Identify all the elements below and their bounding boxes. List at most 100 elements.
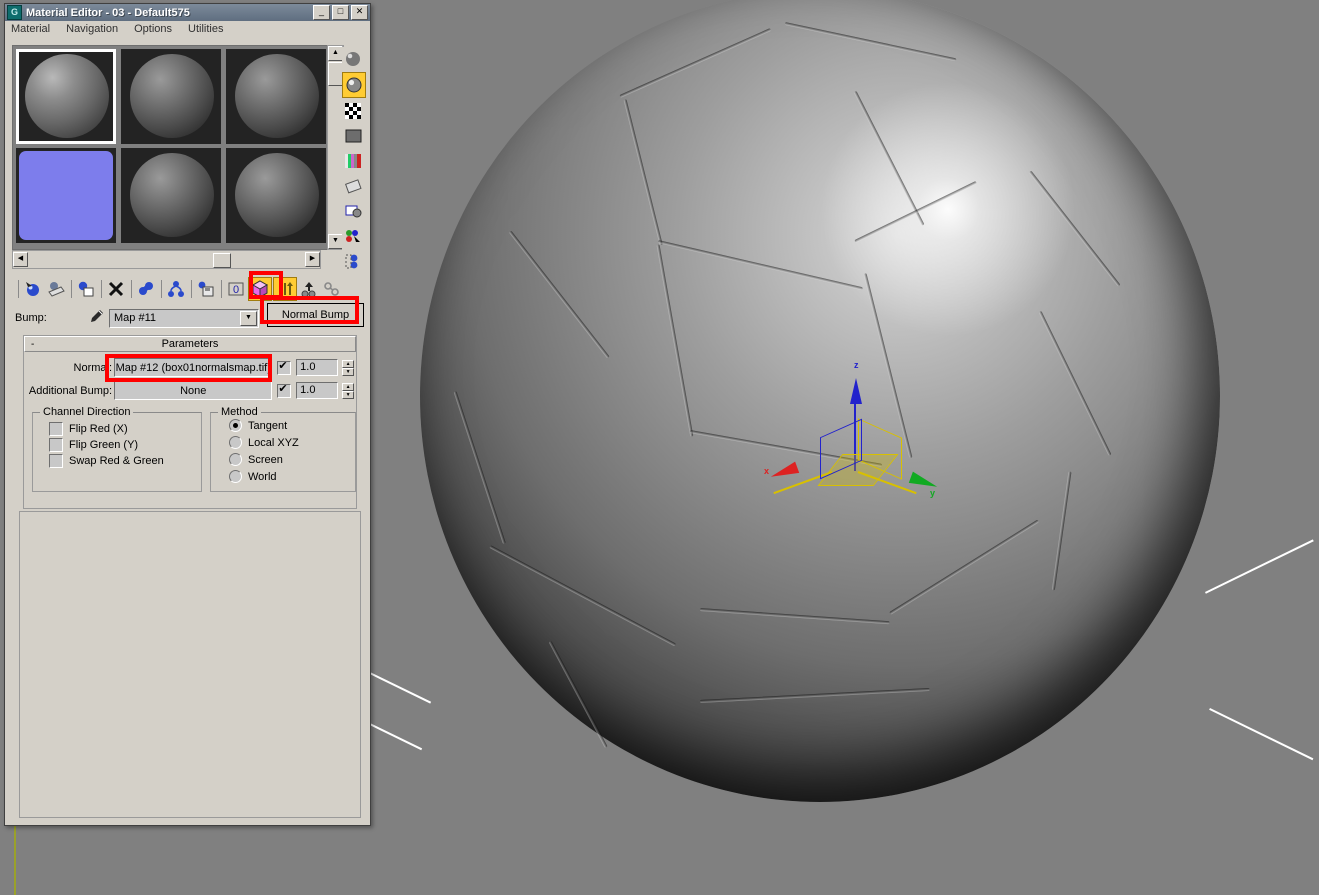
- slots-horizontal-scrollbar[interactable]: ◀ ▶: [12, 250, 321, 269]
- method-world-label: World: [248, 470, 277, 483]
- select-by-material-icon[interactable]: [342, 224, 364, 248]
- eyedropper-icon[interactable]: [87, 308, 109, 329]
- swap-red-green-checkbox[interactable]: [49, 454, 63, 468]
- method-tangent-row[interactable]: Tangent: [229, 417, 355, 434]
- z-axis-label: z: [854, 360, 859, 370]
- menu-item-material[interactable]: Material: [11, 23, 50, 35]
- scroll-down-arrow[interactable]: ▼: [328, 234, 343, 249]
- slot-preview-faceted-ball: [25, 54, 109, 138]
- method-world-row[interactable]: World: [229, 468, 355, 485]
- sample-slot-4[interactable]: [16, 148, 116, 243]
- put-to-library-icon[interactable]: [195, 278, 217, 300]
- flip-green-label: Flip Green (Y): [69, 439, 139, 451]
- sample-slot-5[interactable]: [121, 148, 221, 243]
- background-checker-icon[interactable]: [342, 99, 364, 123]
- sample-uv-tiling-icon[interactable]: [342, 124, 364, 148]
- video-color-check-icon[interactable]: [342, 149, 364, 173]
- chevron-down-icon[interactable]: ▼: [240, 310, 257, 326]
- z-axis-arrow: [850, 378, 862, 404]
- menu-bar[interactable]: Material Navigation Options Utilities: [5, 21, 370, 37]
- sample-slot-2[interactable]: [121, 49, 221, 144]
- additional-bump-map-button[interactable]: None: [114, 381, 273, 400]
- menu-item-navigation[interactable]: Navigation: [66, 23, 118, 35]
- additional-bump-amount-spinner[interactable]: ▲ ▼: [342, 382, 355, 399]
- window-title: Material Editor - 03 - Default575: [26, 6, 190, 19]
- additional-bump-amount-field[interactable]: 1.0: [296, 382, 339, 399]
- rollout-collapse-icon[interactable]: -: [31, 339, 34, 350]
- options-icon[interactable]: [342, 199, 364, 223]
- material-map-navigator-icon[interactable]: [342, 249, 364, 273]
- toolbar-separator: [161, 280, 162, 298]
- flip-green-row[interactable]: Flip Green (Y): [49, 437, 201, 453]
- assign-material-to-selection-icon[interactable]: [75, 278, 97, 300]
- toolbar-separator: [191, 280, 192, 298]
- minimize-button[interactable]: _: [313, 5, 330, 20]
- slot-preview-ball: [235, 54, 319, 138]
- menu-item-utilities[interactable]: Utilities: [188, 23, 223, 35]
- spinner-up[interactable]: ▲: [342, 382, 355, 391]
- x-axis-arrow: [768, 461, 800, 483]
- toolbar-separator: [131, 280, 132, 298]
- scroll-up-arrow[interactable]: ▲: [328, 46, 343, 61]
- slot-preview-ball: [130, 54, 214, 138]
- normal-amount-spinner[interactable]: ▲ ▼: [342, 359, 355, 376]
- method-local-xyz-row[interactable]: Local XYZ: [229, 434, 355, 451]
- transform-gizmo[interactable]: z x y: [762, 350, 942, 510]
- get-material-icon[interactable]: [22, 278, 44, 300]
- normal-enable-checkbox[interactable]: [277, 359, 292, 375]
- map-name-combobox[interactable]: Map #11 ▼: [109, 308, 259, 328]
- slot-preview-normal-map: [19, 151, 113, 240]
- flip-red-checkbox[interactable]: [49, 422, 63, 436]
- flip-red-label: Flip Red (X): [69, 423, 128, 435]
- make-unique-icon[interactable]: [165, 278, 187, 300]
- spinner-up[interactable]: ▲: [342, 359, 355, 368]
- highlight-normal-bump-tooltip: [260, 296, 359, 324]
- reset-map-material-icon[interactable]: [105, 278, 127, 300]
- scroll-right-arrow[interactable]: ▶: [305, 252, 320, 267]
- scroll-thumb-vertical[interactable]: [328, 62, 343, 86]
- make-material-copy-icon[interactable]: [135, 278, 157, 300]
- toolbar-separator: [71, 280, 72, 298]
- put-material-to-scene-icon[interactable]: [45, 278, 67, 300]
- spinner-down[interactable]: ▼: [342, 367, 355, 376]
- method-group: Method Tangent Local XYZ Screen World: [210, 406, 356, 492]
- additional-bump-row[interactable]: Additional Bump: None 1.0 ▲▼: [28, 381, 355, 400]
- sample-window-toolbar[interactable]: [342, 47, 366, 269]
- toolbar-separator: [101, 280, 102, 298]
- viewport-border: [14, 824, 16, 895]
- method-screen-radio[interactable]: [229, 453, 242, 466]
- material-id-channel-icon[interactable]: 0: [225, 278, 247, 300]
- title-bar[interactable]: G Material Editor - 03 - Default575 _ □ …: [5, 4, 370, 21]
- maximize-button[interactable]: □: [332, 5, 349, 20]
- sample-slot-6[interactable]: [226, 148, 326, 243]
- swap-red-green-label: Swap Red & Green: [69, 455, 164, 467]
- method-screen-row[interactable]: Screen: [229, 451, 355, 468]
- additional-bump-label: Additional Bump:: [28, 384, 113, 397]
- menu-item-options[interactable]: Options: [134, 23, 172, 35]
- x-axis-label: x: [764, 466, 770, 476]
- sample-slot-1[interactable]: [16, 49, 116, 144]
- flip-red-row[interactable]: Flip Red (X): [49, 421, 201, 437]
- normal-amount-field[interactable]: 1.0: [296, 359, 339, 376]
- rollout-title: Parameters: [161, 338, 219, 350]
- method-local-xyz-radio[interactable]: [229, 436, 242, 449]
- rollout-header[interactable]: - Parameters: [24, 336, 356, 352]
- method-screen-label: Screen: [248, 453, 283, 466]
- spinner-down[interactable]: ▼: [342, 390, 355, 399]
- sample-slots-area[interactable]: [12, 45, 336, 250]
- rollout-empty-area: [19, 511, 361, 818]
- make-preview-icon[interactable]: [342, 174, 364, 198]
- sample-type-sphere-icon[interactable]: [342, 47, 364, 71]
- close-button[interactable]: ✕: [351, 5, 368, 20]
- scroll-thumb-horizontal[interactable]: [213, 253, 231, 268]
- sample-slot-3[interactable]: [226, 49, 326, 144]
- additional-bump-enable-checkbox[interactable]: [277, 382, 292, 398]
- swap-red-green-row[interactable]: Swap Red & Green: [49, 453, 201, 469]
- backlight-icon[interactable]: [342, 72, 366, 98]
- material-editor-window[interactable]: G Material Editor - 03 - Default575 _ □ …: [4, 3, 371, 826]
- scroll-left-arrow[interactable]: ◀: [13, 252, 28, 267]
- method-tangent-radio[interactable]: [229, 419, 242, 432]
- material-editor-icon: G: [7, 5, 22, 20]
- method-world-radio[interactable]: [229, 470, 242, 483]
- flip-green-checkbox[interactable]: [49, 438, 63, 452]
